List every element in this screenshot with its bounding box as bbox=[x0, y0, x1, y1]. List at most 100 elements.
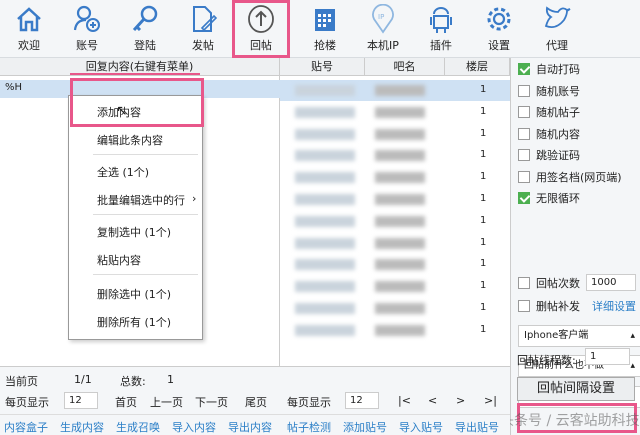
option-checkbox[interactable] bbox=[518, 192, 530, 204]
toolbar-button-upload-arrow[interactable]: 回帖 bbox=[232, 0, 290, 58]
per-page-label: 每页显示 bbox=[5, 396, 49, 409]
mid-prev-page-button[interactable]: < bbox=[428, 394, 437, 407]
last-page-button[interactable]: 尾页 bbox=[245, 394, 267, 410]
table-row[interactable]: 1 bbox=[280, 167, 510, 188]
table-row[interactable]: 1 bbox=[280, 298, 510, 319]
table-row[interactable]: 1 bbox=[280, 211, 510, 232]
header-post-id[interactable]: 贴号 bbox=[280, 58, 365, 76]
option-checkbox[interactable] bbox=[518, 170, 530, 183]
menu-item-delete-selected[interactable]: 删除选中 (1个) bbox=[97, 286, 171, 302]
menu-item-select-all[interactable]: 全选 (1个) bbox=[97, 164, 149, 180]
prev-page-button[interactable]: 上一页 bbox=[150, 394, 183, 410]
delete-resend-checkbox[interactable] bbox=[518, 300, 530, 312]
post-list[interactable]: 1 1 1 1 1 1 1 1 1 1 1 1 bbox=[280, 76, 510, 366]
toolbar-button-gear[interactable]: 设置 bbox=[470, 0, 528, 58]
left-link-2[interactable]: 生成召唤 bbox=[116, 419, 160, 435]
left-link-3[interactable]: 导入内容 bbox=[172, 419, 216, 435]
threads-stepper[interactable]: 1 bbox=[585, 348, 630, 365]
submenu-arrow-icon: › bbox=[192, 192, 197, 205]
location-ip-icon: IP bbox=[372, 4, 394, 34]
menu-item-delete-all[interactable]: 删除所有 (1个) bbox=[97, 314, 171, 330]
table-row[interactable]: 1 bbox=[280, 276, 510, 297]
option-4[interactable]: 跳验证码 bbox=[518, 147, 580, 163]
mid-link-0[interactable]: 帖子检测 bbox=[287, 419, 331, 435]
option-0[interactable]: 自动打码 bbox=[518, 61, 580, 77]
option-label: 随机帖子 bbox=[536, 106, 580, 119]
toolbar-button-calendar[interactable]: 抢楼 bbox=[296, 0, 354, 58]
current-page-value: 1/1 bbox=[74, 373, 92, 386]
toolbar-button-add-user[interactable]: 账号 bbox=[58, 0, 116, 58]
option-1[interactable]: 随机账号 bbox=[518, 83, 580, 99]
table-row[interactable]: 1 bbox=[280, 189, 510, 210]
table-row[interactable]: 1 bbox=[280, 145, 510, 166]
mid-last-page-button[interactable]: >| bbox=[484, 394, 497, 407]
toolbar-label: 账号 bbox=[76, 39, 98, 52]
mid-per-page-select[interactable]: 12 bbox=[345, 392, 379, 409]
interval-settings-button[interactable]: 回帖间隔设置 bbox=[517, 377, 635, 401]
delete-resend-label: 删帖补发 bbox=[536, 300, 580, 313]
menu-item-batch-edit[interactable]: 批量编辑选中的行 bbox=[97, 192, 185, 208]
mid-link-3[interactable]: 导出贴号 bbox=[455, 419, 499, 435]
toolbar-label: 登陆 bbox=[134, 39, 156, 52]
toolbar-button-android[interactable]: 插件 bbox=[412, 0, 470, 58]
option-checkbox[interactable] bbox=[518, 84, 530, 97]
header-bar-name[interactable]: 吧名 bbox=[365, 58, 445, 76]
toolbar-button-key[interactable]: 登陆 bbox=[116, 0, 174, 58]
reply-count-input[interactable]: 1000 bbox=[586, 274, 636, 291]
floor-cell: 1 bbox=[480, 236, 487, 248]
toolbar-button-edit-document[interactable]: 发帖 bbox=[174, 0, 232, 58]
toolbar-button-home[interactable]: 欢迎 bbox=[0, 0, 58, 58]
option-checkbox[interactable] bbox=[518, 63, 530, 75]
floor-cell: 1 bbox=[480, 171, 487, 183]
menu-item-copy-selected[interactable]: 复制选中 (1个) bbox=[97, 224, 171, 240]
floor-cell: 1 bbox=[480, 105, 487, 117]
option-checkbox[interactable] bbox=[518, 127, 530, 140]
twitter-bird-icon bbox=[544, 6, 571, 29]
toolbar-label: 本机IP bbox=[367, 39, 399, 52]
mid-first-page-button[interactable]: |< bbox=[398, 394, 411, 407]
reply-count-checkbox[interactable] bbox=[518, 276, 530, 289]
header-floor[interactable]: 楼层 bbox=[445, 58, 510, 76]
next-page-button[interactable]: 下一页 bbox=[195, 394, 228, 410]
table-row[interactable]: 1 bbox=[280, 102, 510, 123]
left-link-0[interactable]: 内容盒子 bbox=[4, 419, 48, 435]
option-6[interactable]: 无限循环 bbox=[518, 190, 580, 206]
context-menu: 添加内容 编辑此条内容 全选 (1个) 批量编辑选中的行 › 复制选中 (1个)… bbox=[68, 95, 203, 340]
option-label: 自动打码 bbox=[536, 63, 580, 76]
total-value: 1 bbox=[167, 373, 174, 386]
detail-settings-link[interactable]: 详细设置 bbox=[592, 298, 636, 314]
left-link-4[interactable]: 导出内容 bbox=[228, 419, 272, 435]
table-row[interactable]: 1 bbox=[280, 320, 510, 341]
floor-cell: 1 bbox=[480, 127, 487, 139]
calendar-icon bbox=[315, 9, 335, 31]
first-page-button[interactable]: 首页 bbox=[115, 394, 137, 410]
table-row[interactable]: 1 bbox=[280, 124, 510, 145]
table-row[interactable]: 1 bbox=[280, 233, 510, 254]
menu-item-edit-content[interactable]: 编辑此条内容 bbox=[97, 132, 163, 148]
option-3[interactable]: 随机内容 bbox=[518, 126, 580, 142]
option-2[interactable]: 随机帖子 bbox=[518, 104, 580, 120]
mid-link-1[interactable]: 添加贴号 bbox=[343, 419, 387, 435]
option-5[interactable]: 用签名档(网页端) bbox=[518, 169, 622, 185]
toolbar-button-location-ip[interactable]: IP 本机IP bbox=[354, 0, 412, 58]
mid-link-2[interactable]: 导入贴号 bbox=[399, 419, 443, 435]
client-select[interactable]: Iphone客户端 bbox=[518, 325, 640, 347]
option-label: 随机账号 bbox=[536, 84, 580, 98]
mid-next-page-button[interactable]: > bbox=[456, 394, 465, 407]
toolbar-label: 代理 bbox=[546, 39, 568, 52]
toolbar-label: 欢迎 bbox=[18, 39, 40, 52]
menu-item-paste[interactable]: 粘贴内容 bbox=[97, 252, 141, 268]
left-link-1[interactable]: 生成内容 bbox=[60, 419, 104, 435]
table-row[interactable]: 1 bbox=[280, 80, 510, 101]
floor-cell: 1 bbox=[480, 214, 487, 226]
option-label: 用签名档(网页端) bbox=[536, 170, 622, 184]
toolbar-button-twitter-bird[interactable]: 代理 bbox=[528, 0, 586, 58]
table-row[interactable]: 1 bbox=[280, 254, 510, 275]
per-page-select[interactable]: 12 bbox=[64, 392, 98, 409]
floor-cell: 1 bbox=[480, 193, 487, 204]
upload-arrow-icon bbox=[248, 5, 274, 33]
key-icon bbox=[132, 5, 158, 32]
option-checkbox[interactable] bbox=[518, 106, 530, 118]
pager-area: 当前页 1/1 总数: 1 每页显示 12 首页 上一页 下一页 尾页 每页显示… bbox=[0, 366, 510, 435]
option-checkbox[interactable] bbox=[518, 149, 530, 161]
